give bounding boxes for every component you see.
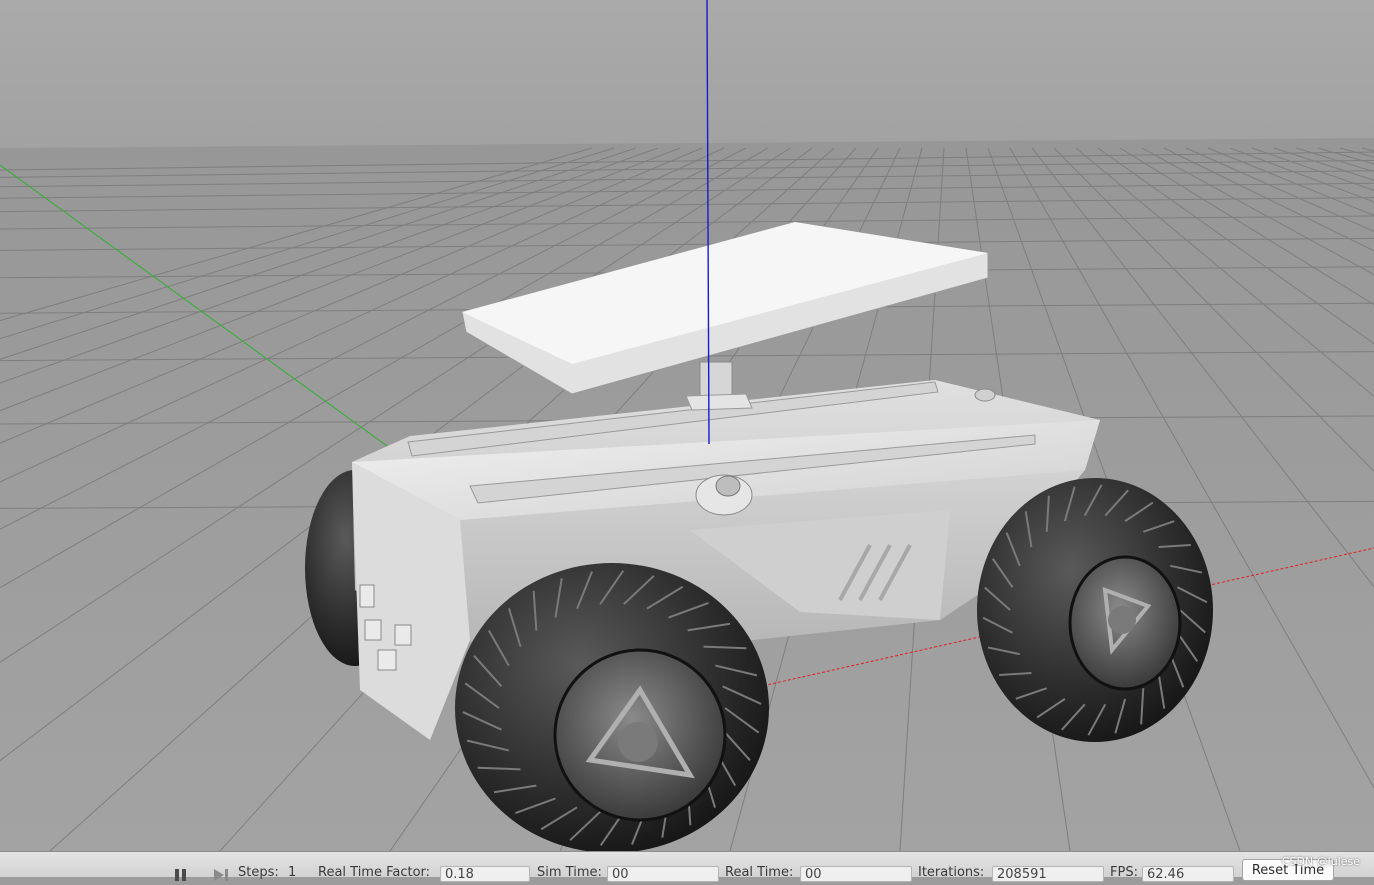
fps-label: FPS: [1110, 865, 1138, 880]
step-forward-icon [214, 869, 228, 881]
front-right-wheel[interactable] [977, 478, 1213, 742]
steps-label: Steps: [238, 865, 279, 880]
real-time-field: 00 00:19:50.462 [800, 866, 912, 882]
sim-time-label: Sim Time: [537, 865, 602, 880]
fps-field: 62.46 [1142, 866, 1234, 882]
real-time-label: Real Time: [725, 865, 794, 880]
pause-button[interactable] [172, 866, 190, 881]
scene-canvas[interactable] [0, 0, 1374, 851]
steps-value[interactable]: 1 [288, 866, 296, 880]
front-left-wheel[interactable] [455, 563, 769, 851]
3d-viewport[interactable] [0, 0, 1374, 851]
top-sensor-knob [974, 388, 996, 402]
step-button[interactable] [212, 866, 230, 881]
real-time-factor-label: Real Time Factor: [318, 865, 431, 880]
real-time-factor-field: 0.18 [440, 866, 530, 882]
sky [0, 0, 1374, 148]
watermark-text: CSDN @lulese [1281, 855, 1360, 868]
time-panel-toolbar: Steps: 1 Real Time Factor: 0.18 Sim Time… [0, 851, 1374, 882]
iterations-field: 208591 [992, 866, 1104, 882]
sim-time-field: 00 00:03:38.591 [607, 866, 719, 882]
mount-base [685, 393, 753, 411]
pause-icon [175, 869, 186, 881]
iterations-label: Iterations: [918, 865, 985, 880]
